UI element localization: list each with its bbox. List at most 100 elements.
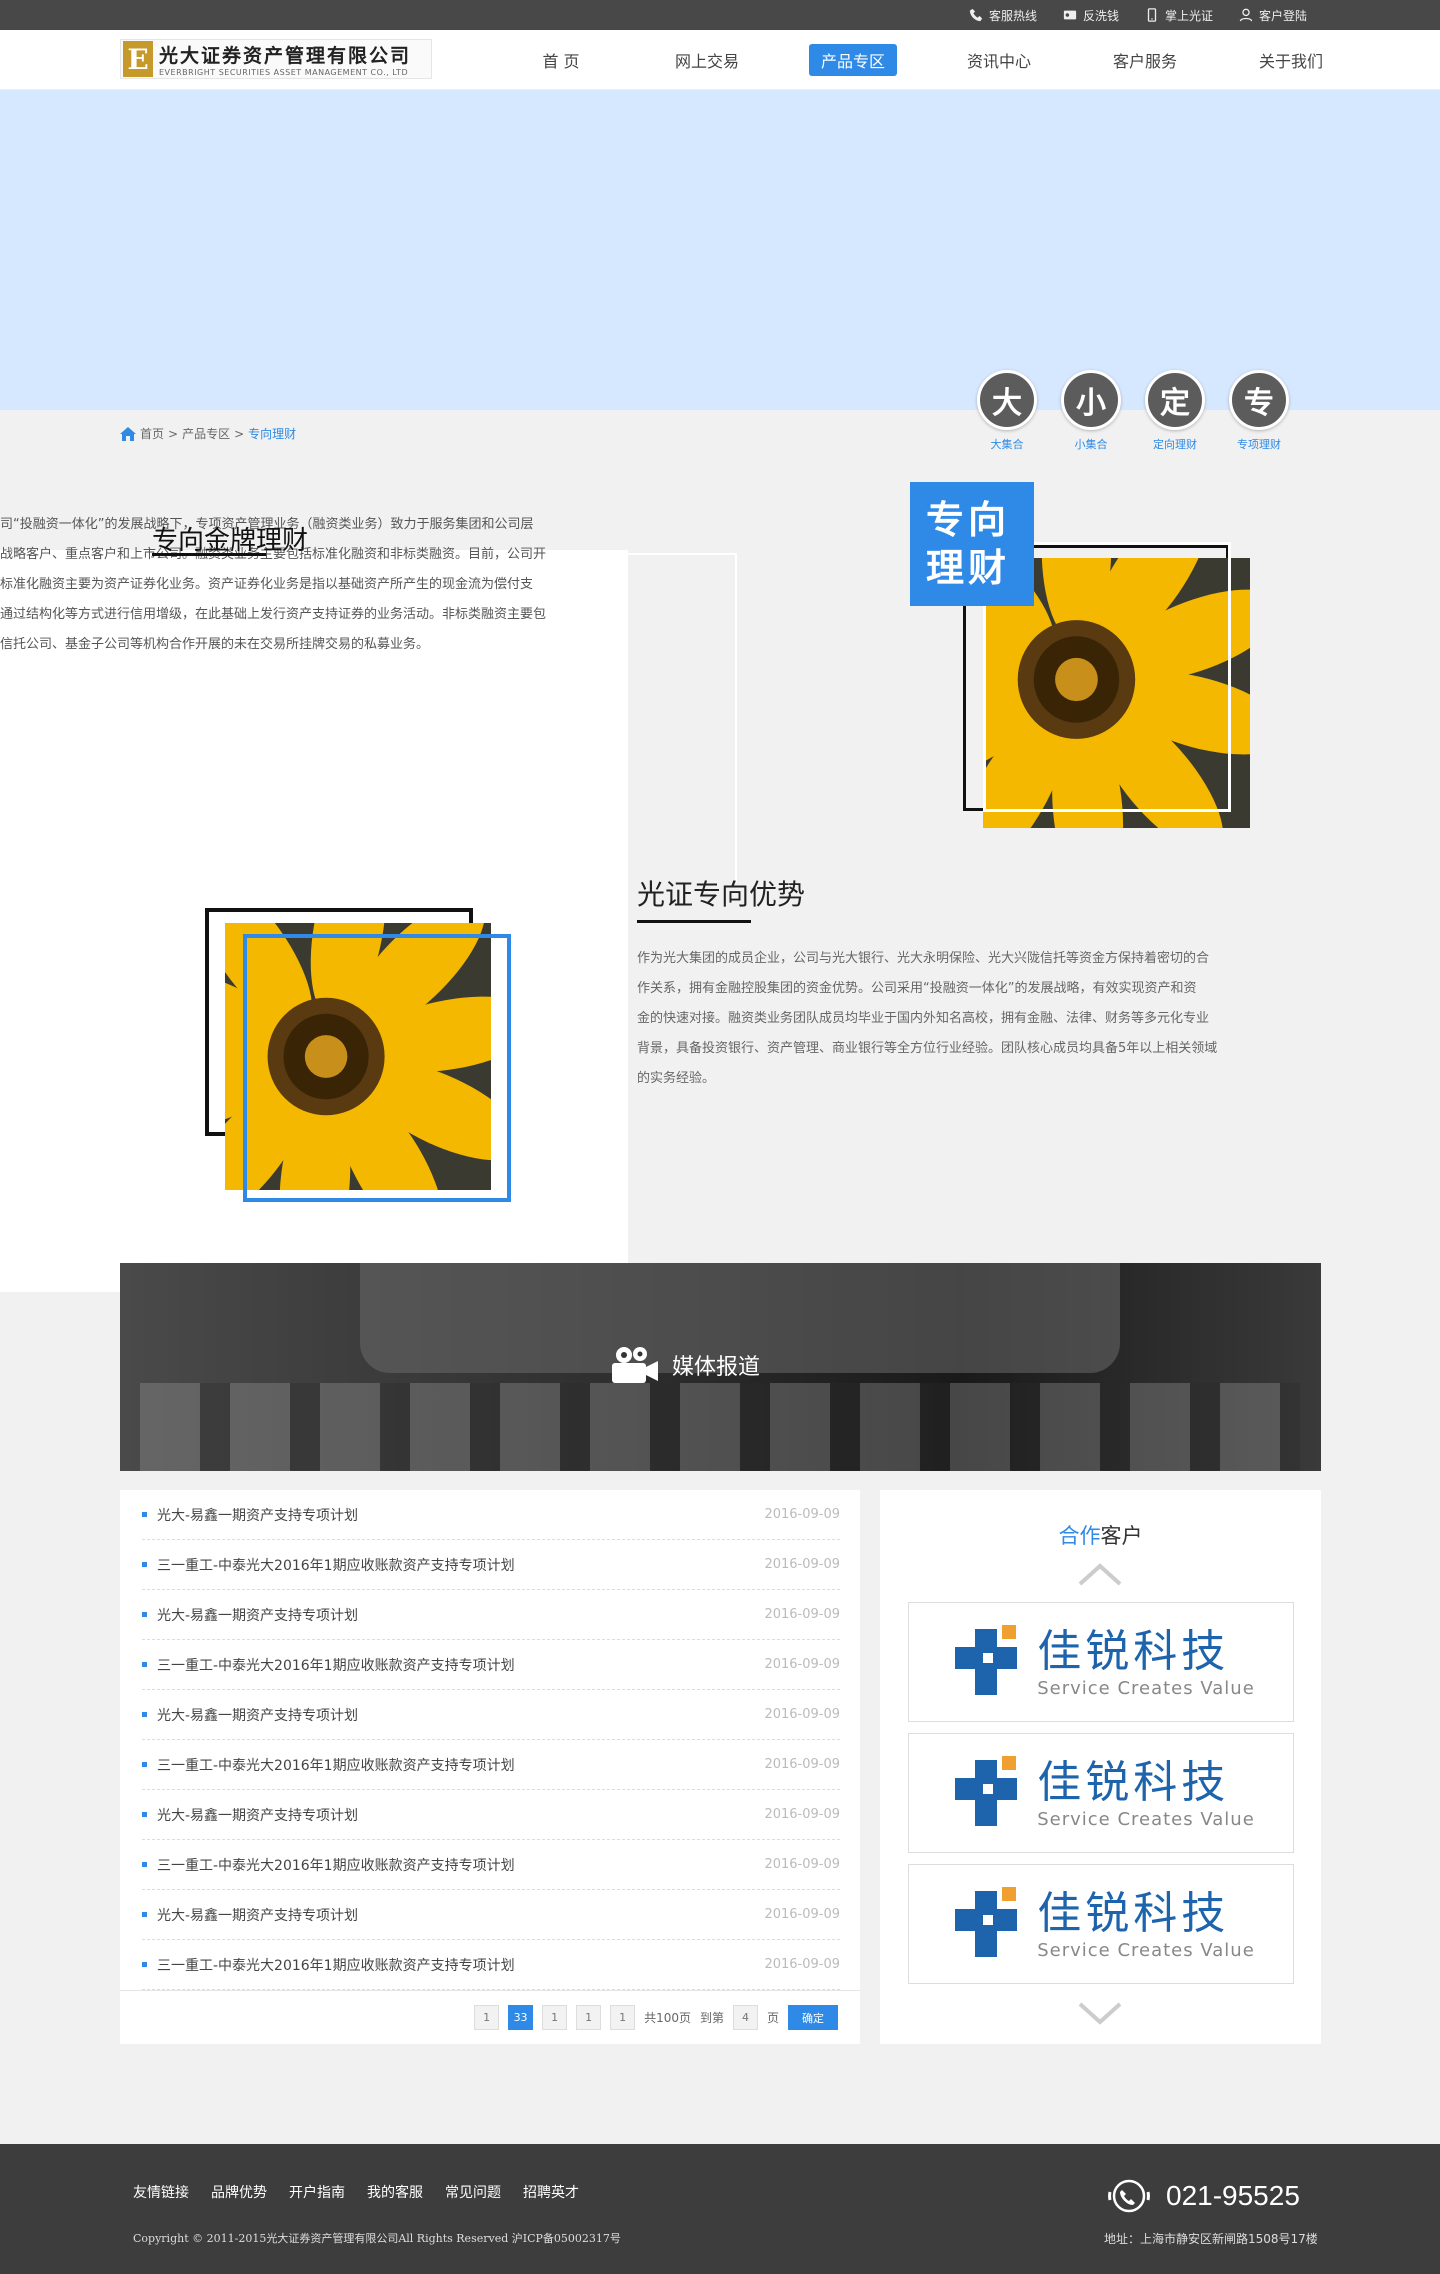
news-title: 三一重工-中泰光大2016年1期应收账款资产支持专项计划 <box>142 1755 515 1775</box>
news-title: 光大-易鑫一期资产支持专项计划 <box>142 1905 358 1925</box>
ticket-icon <box>1063 10 1077 20</box>
breadcrumb-products[interactable]: 产品专区 <box>182 425 230 442</box>
image-frame <box>243 934 511 1202</box>
media-title: 媒体报道 <box>672 1355 761 1380</box>
chevron-down-icon[interactable] <box>1076 2000 1124 2026</box>
partner-text: 佳锐科技 Service Creates Value <box>1037 1757 1255 1830</box>
page-button[interactable]: 1 <box>542 2005 568 2030</box>
top-link-label: 反洗钱 <box>1082 8 1119 23</box>
news-title: 光大-易鑫一期资产支持专项计划 <box>142 1805 358 1825</box>
intro-line: 信托公司、基金子公司等机构合作开展的未在交易所挂牌交易的私募业务。 <box>0 637 430 652</box>
news-row[interactable]: 光大-易鑫一期资产支持专项计划 2016-09-09 <box>142 1490 840 1540</box>
nav-item-about[interactable]: 关于我们 <box>1218 30 1364 90</box>
nav-item-news[interactable]: 资讯中心 <box>926 30 1072 90</box>
page-button-current[interactable]: 33 <box>508 2005 534 2030</box>
top-links: 客服热线 反洗钱 掌上光证 客户登陆 <box>969 0 1307 30</box>
footer-link-brand[interactable]: 品牌优势 <box>211 2182 267 2202</box>
hero-banner <box>0 90 1440 410</box>
divider <box>735 553 737 883</box>
footer-link-friends[interactable]: 友情链接 <box>133 2182 189 2202</box>
nav-item-label: 资讯中心 <box>966 52 1031 71</box>
title-underline <box>152 553 266 556</box>
category-label: 定向理财 <box>1153 438 1197 451</box>
partner-card[interactable]: 佳锐科技 Service Creates Value <box>908 1864 1294 1984</box>
nav-item-service[interactable]: 客户服务 <box>1072 30 1218 90</box>
breadcrumb-current: 专向理财 <box>248 427 297 441</box>
logo-name-en: EVERBRIGHT SECURITIES ASSET MANAGEMENT C… <box>159 68 409 77</box>
footer-links: 友情链接 品牌优势 开户指南 我的客服 常见问题 招聘英才 <box>133 2182 579 2202</box>
news-row[interactable]: 光大-易鑫一期资产支持专项计划 2016-09-09 <box>142 1690 840 1740</box>
logo-text: 光大证券资产管理有限公司 EVERBRIGHT SECURITIES ASSET… <box>159 41 411 77</box>
footer-link-account-guide[interactable]: 开户指南 <box>289 2182 345 2202</box>
news-date: 2016-09-09 <box>764 1907 840 1922</box>
nav-item-home[interactable]: 首 页 <box>488 30 634 90</box>
advantage-line: 作为光大集团的成员企业，公司与光大银行、光大永明保险、光大兴陇信托等资金方保持着… <box>637 951 1210 966</box>
media-banner[interactable]: 媒体报道 <box>120 1263 1321 1471</box>
advantage-line: 作关系，拥有金融控股集团的资金优势。公司采用“投融资一体化”的发展战略，有效实现… <box>637 981 1197 996</box>
news-date: 2016-09-09 <box>764 1807 840 1822</box>
news-list: 光大-易鑫一期资产支持专项计划 2016-09-09 三一重工-中泰光大2016年… <box>120 1490 860 2044</box>
goto-page-input[interactable]: 4 <box>732 2005 758 2030</box>
category-badge: 专 <box>1229 370 1289 430</box>
category-large-collective[interactable]: 大 大集合 <box>977 370 1037 452</box>
copyright: Copyright © 2011-2015光大证券资产管理有限公司All Rig… <box>133 2232 621 2245</box>
video-camera-icon <box>612 1347 658 1383</box>
top-link-login[interactable]: 客户登陆 <box>1239 7 1307 24</box>
header: E 光大证券资产管理有限公司 EVERBRIGHT SECURITIES ASS… <box>0 30 1440 90</box>
breadcrumb: 首页 > 产品专区 > 专向理财 <box>120 425 296 442</box>
news-title: 三一重工-中泰光大2016年1期应收账款资产支持专项计划 <box>142 1955 515 1975</box>
top-link-hotline[interactable]: 客服热线 <box>969 7 1037 24</box>
product-tag: 专向 理财 <box>910 482 1034 606</box>
news-row[interactable]: 三一重工-中泰光大2016年1期应收账款资产支持专项计划 2016-09-09 <box>142 1840 840 1890</box>
news-date: 2016-09-09 <box>764 1607 840 1622</box>
advantage-line: 的实务经验。 <box>637 1071 716 1086</box>
nav-item-online-trading[interactable]: 网上交易 <box>634 30 780 90</box>
page-button[interactable]: 1 <box>474 2005 500 2030</box>
logo[interactable]: E 光大证券资产管理有限公司 EVERBRIGHT SECURITIES ASS… <box>120 39 432 79</box>
category-targeted[interactable]: 定 定向理财 <box>1145 370 1205 452</box>
news-row[interactable]: 光大-易鑫一期资产支持专项计划 2016-09-09 <box>142 1790 840 1840</box>
news-row[interactable]: 光大-易鑫一期资产支持专项计划 2016-09-09 <box>142 1890 840 1940</box>
partner-card[interactable]: 佳锐科技 Service Creates Value <box>908 1602 1294 1722</box>
top-link-mobile[interactable]: 掌上光证 <box>1145 7 1213 24</box>
news-title: 三一重工-中泰光大2016年1期应收账款资产支持专项计划 <box>142 1555 515 1575</box>
news-row[interactable]: 三一重工-中泰光大2016年1期应收账款资产支持专项计划 2016-09-09 <box>142 1640 840 1690</box>
footer-link-support[interactable]: 我的客服 <box>367 2182 423 2202</box>
news-row[interactable]: 三一重工-中泰光大2016年1期应收账款资产支持专项计划 2016-09-09 <box>142 1940 840 1990</box>
news-row[interactable]: 光大-易鑫一期资产支持专项计划 2016-09-09 <box>142 1590 840 1640</box>
news-date: 2016-09-09 <box>764 1707 840 1722</box>
partners-title-rest: 客户 <box>1100 1524 1143 1548</box>
logo-name-cn: 光大证券资产管理有限公司 <box>159 45 412 67</box>
partner-card[interactable]: 佳锐科技 Service Creates Value <box>908 1733 1294 1853</box>
page-button[interactable]: 1 <box>576 2005 602 2030</box>
news-row[interactable]: 三一重工-中泰光大2016年1期应收账款资产支持专项计划 2016-09-09 <box>142 1740 840 1790</box>
confirm-button[interactable]: 确定 <box>788 2005 838 2030</box>
category-label: 大集合 <box>990 438 1024 451</box>
news-row[interactable]: 三一重工-中泰光大2016年1期应收账款资产支持专项计划 2016-09-09 <box>142 1540 840 1590</box>
breadcrumb-home[interactable]: 首页 <box>140 425 164 442</box>
breadcrumb-separator: > <box>234 426 245 441</box>
news-title: 光大-易鑫一期资产支持专项计划 <box>142 1505 358 1525</box>
divider <box>628 553 737 555</box>
page-total: 共100页 <box>644 2011 691 2025</box>
top-link-anti-money-laundering[interactable]: 反洗钱 <box>1063 7 1119 24</box>
advantage-line: 背景，具备投资银行、资产管理、商业银行等全方位行业经验。团队核心成员均具备5年以… <box>637 1041 1218 1056</box>
nav-item-products[interactable]: 产品专区 <box>780 30 926 90</box>
news-title: 光大-易鑫一期资产支持专项计划 <box>142 1705 358 1725</box>
nav-item-label: 首 页 <box>542 52 580 71</box>
title-underline <box>637 920 751 923</box>
nav-item-label: 客户服务 <box>1112 52 1177 71</box>
news-title: 三一重工-中泰光大2016年1期应收账款资产支持专项计划 <box>142 1855 515 1875</box>
partner-logo-icon <box>955 1887 1018 1957</box>
category-badge: 大 <box>977 370 1037 430</box>
category-small-collective[interactable]: 小 小集合 <box>1061 370 1121 452</box>
category-special[interactable]: 专 专项理财 <box>1229 370 1289 452</box>
page-button[interactable]: 1 <box>610 2005 636 2030</box>
main-nav: 首 页 网上交易 产品专区 资讯中心 客户服务 关于我们 <box>488 30 1364 90</box>
footer-link-careers[interactable]: 招聘英才 <box>523 2182 579 2202</box>
partner-name: 佳锐科技 <box>1037 1625 1230 1677</box>
chevron-up-icon[interactable] <box>1076 1562 1124 1588</box>
media-background <box>140 1383 1300 1471</box>
nav-item-label: 网上交易 <box>674 52 739 71</box>
footer-link-faq[interactable]: 常见问题 <box>445 2182 501 2202</box>
